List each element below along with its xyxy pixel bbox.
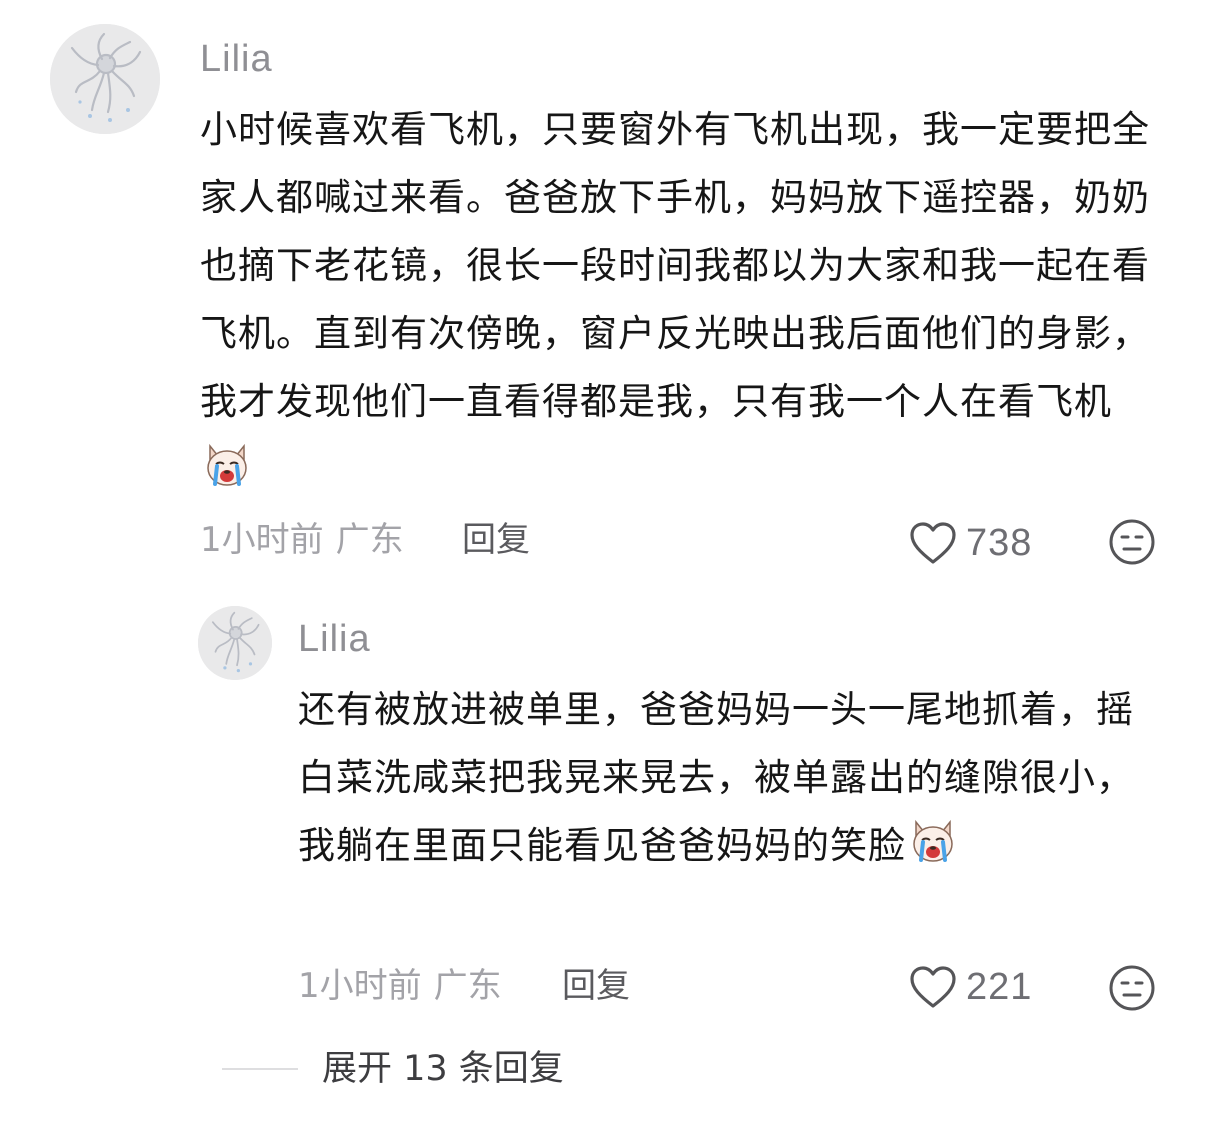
reply-avatar[interactable] [198,606,272,680]
octopus-avatar-icon [198,606,272,680]
reply-button[interactable]: 回复 [462,518,530,562]
neutral-face-icon [1109,519,1155,565]
like-button[interactable]: 738 [908,520,1032,566]
reply-time: 1小时前 [298,966,422,1006]
reply-location: 广东 [433,966,502,1006]
reply-username[interactable]: Lilia [298,616,371,662]
neutral-face-icon [1109,965,1155,1011]
crying-dog-emoji-icon [202,440,252,490]
expand-replies-button[interactable]: 展开 13 条回复 [322,1046,564,1092]
crying-dog-emoji-icon [908,816,958,866]
octopus-avatar-icon [50,24,160,134]
comment-text: 小时候喜欢看飞机，只要窗外有飞机出现，我一定要把全家人都喊过来看。爸爸放下手机，… [200,96,1150,504]
comment-meta: 1小时前 广东 [200,518,404,562]
comment-text-content: 小时候喜欢看飞机，只要窗外有飞机出现，我一定要把全家人都喊过来看。爸爸放下手机，… [200,108,1150,423]
reply-reply-button[interactable]: 回复 [562,964,630,1008]
dislike-button[interactable] [1108,518,1156,566]
like-count: 738 [966,521,1033,564]
reply-dislike-button[interactable] [1108,964,1156,1012]
reply-text: 还有被放进被单里，爸爸妈妈一头一尾地抓着，摇白菜洗咸菜把我晃来晃去，被单露出的缝… [298,676,1168,880]
avatar[interactable] [50,24,160,134]
reply-like-count: 221 [966,965,1033,1008]
comment-time: 1小时前 [200,520,324,560]
comment-username[interactable]: Lilia [200,36,273,82]
reply-text-content: 还有被放进被单里，爸爸妈妈一头一尾地抓着，摇白菜洗咸菜把我晃来晃去，被单露出的缝… [298,688,1134,867]
comment-location: 广东 [335,520,404,560]
heart-icon [910,522,956,564]
heart-icon [910,966,956,1008]
reply-like-button[interactable]: 221 [908,964,1032,1010]
reply-meta: 1小时前 广东 [298,964,502,1008]
expand-divider [222,1068,298,1070]
